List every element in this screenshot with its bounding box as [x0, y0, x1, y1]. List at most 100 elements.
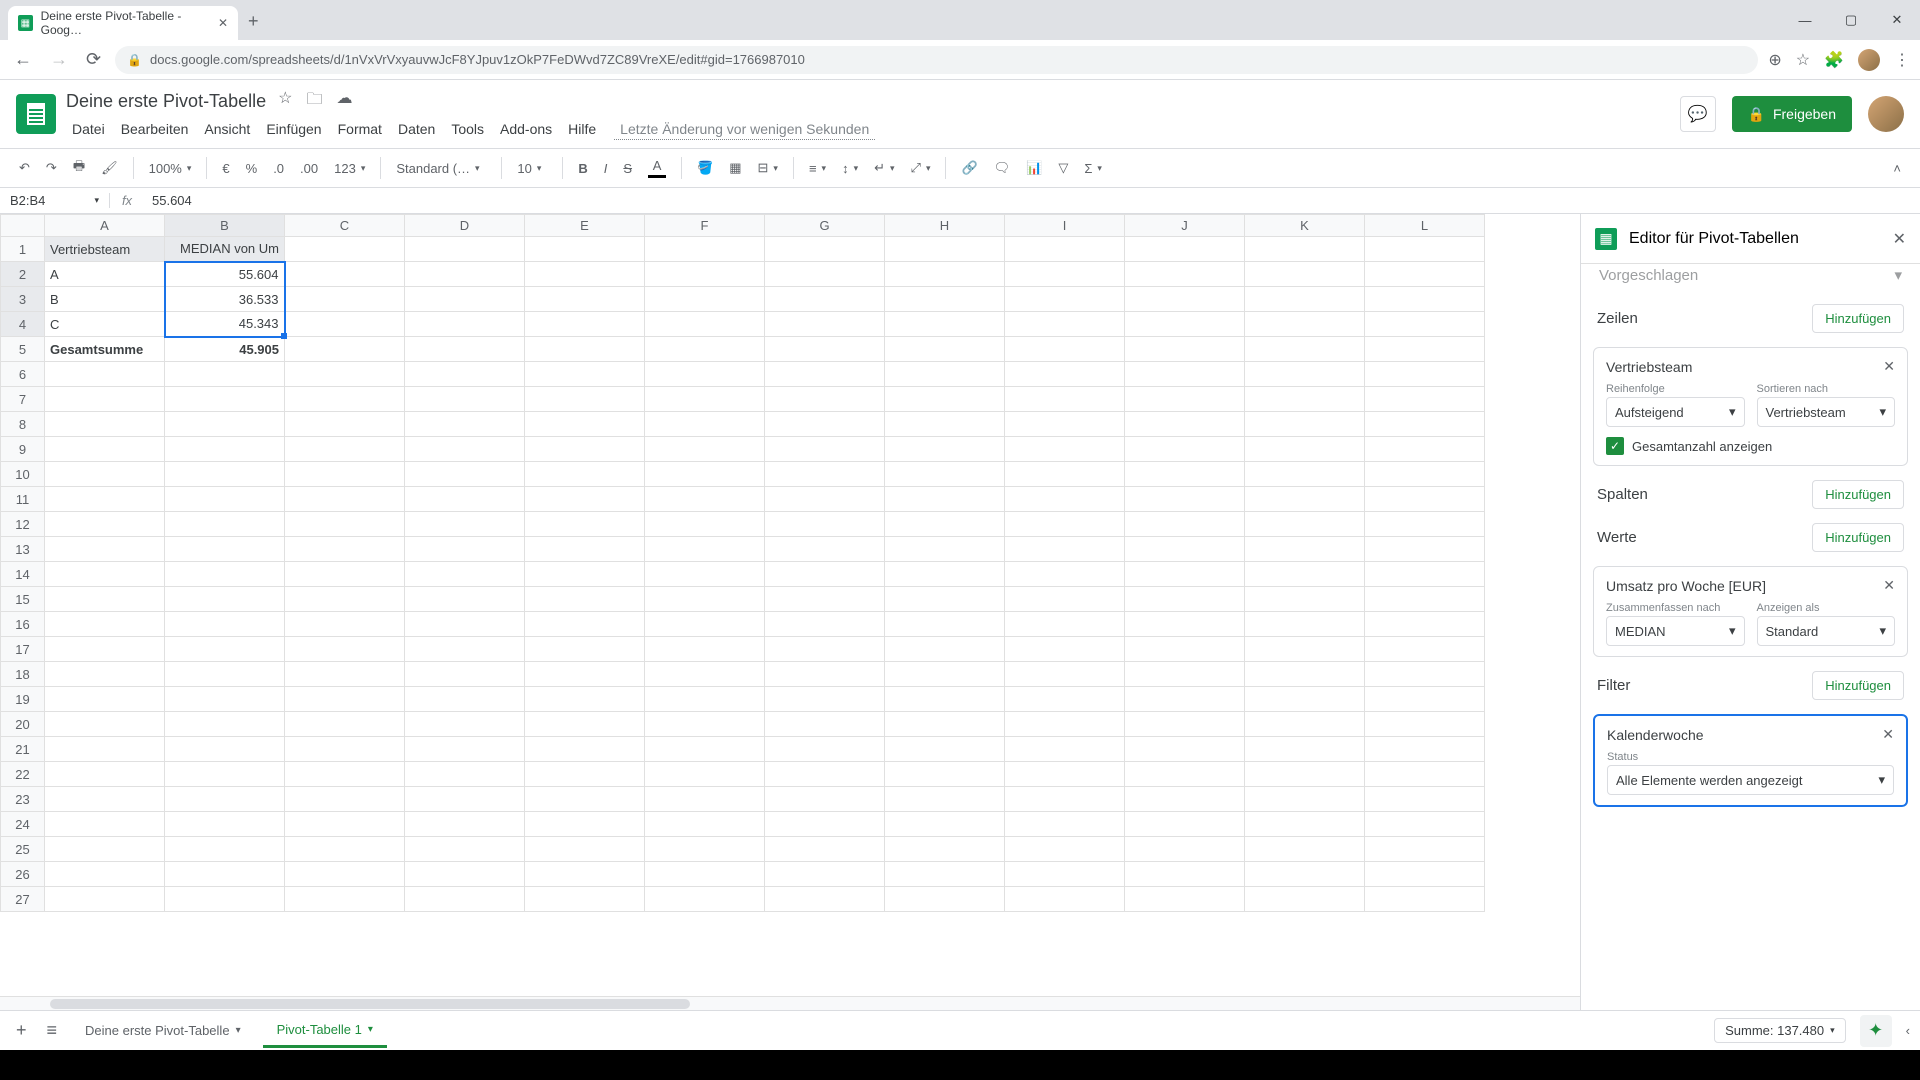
col-header[interactable]: J [1125, 215, 1245, 237]
reload-button[interactable]: ⟳ [82, 49, 105, 70]
h-align-button[interactable]: ≡ [804, 157, 831, 180]
cell[interactable] [45, 487, 165, 512]
filter-status-select[interactable]: Alle Elemente werden angezeigt▾ [1607, 765, 1894, 795]
cell[interactable] [1125, 862, 1245, 887]
cell[interactable] [525, 337, 645, 362]
menu-daten[interactable]: Daten [392, 119, 441, 140]
menu-tools[interactable]: Tools [445, 119, 490, 140]
cell[interactable] [405, 837, 525, 862]
cell[interactable] [1005, 562, 1125, 587]
last-edit-text[interactable]: Letzte Änderung vor wenigen Sekunden [614, 119, 875, 140]
remove-row-card-icon[interactable]: ✕ [1883, 358, 1895, 375]
cell[interactable] [165, 687, 285, 712]
cell[interactable] [285, 262, 405, 287]
cell[interactable] [45, 787, 165, 812]
cell[interactable] [1005, 787, 1125, 812]
cell[interactable] [1245, 312, 1365, 337]
cell[interactable] [765, 287, 885, 312]
cell[interactable] [405, 462, 525, 487]
row-header[interactable]: 11 [1, 487, 45, 512]
sheet-tab-2[interactable]: Pivot-Tabelle 1▾ [263, 1014, 387, 1048]
row-header[interactable]: 1 [1, 237, 45, 262]
row-header[interactable]: 27 [1, 887, 45, 912]
cell[interactable] [405, 337, 525, 362]
cell[interactable] [285, 362, 405, 387]
cell[interactable] [885, 237, 1005, 262]
cell[interactable] [885, 687, 1005, 712]
cell[interactable] [1365, 762, 1485, 787]
cell[interactable] [885, 712, 1005, 737]
cell[interactable] [45, 862, 165, 887]
cell[interactable] [765, 862, 885, 887]
menu-ansicht[interactable]: Ansicht [198, 119, 256, 140]
cell[interactable] [765, 337, 885, 362]
cell[interactable] [285, 237, 405, 262]
cell[interactable] [45, 662, 165, 687]
account-avatar[interactable] [1868, 96, 1904, 132]
cell[interactable] [885, 737, 1005, 762]
cell[interactable] [1125, 262, 1245, 287]
row-header[interactable]: 25 [1, 837, 45, 862]
cell[interactable] [645, 762, 765, 787]
col-header[interactable]: A [45, 215, 165, 237]
row-header[interactable]: 18 [1, 662, 45, 687]
cell[interactable] [45, 762, 165, 787]
comments-button[interactable]: 💬 [1680, 96, 1716, 132]
cell[interactable] [765, 837, 885, 862]
col-header[interactable]: K [1245, 215, 1365, 237]
cell[interactable] [285, 637, 405, 662]
cell[interactable] [1245, 237, 1365, 262]
cell[interactable] [285, 287, 405, 312]
cell[interactable] [165, 837, 285, 862]
cell[interactable] [525, 612, 645, 637]
cell[interactable] [1125, 362, 1245, 387]
cell[interactable] [45, 737, 165, 762]
cell[interactable] [885, 512, 1005, 537]
col-header[interactable]: I [1005, 215, 1125, 237]
row-header[interactable]: 3 [1, 287, 45, 312]
cell[interactable] [765, 537, 885, 562]
italic-button[interactable]: I [599, 157, 613, 180]
cell[interactable] [285, 387, 405, 412]
col-header[interactable]: H [885, 215, 1005, 237]
collapse-side-panel-button[interactable]: ‹ [1906, 1023, 1910, 1038]
cell[interactable] [1005, 237, 1125, 262]
cell[interactable] [1125, 762, 1245, 787]
cell[interactable] [1005, 837, 1125, 862]
cell[interactable] [525, 787, 645, 812]
cell[interactable] [285, 412, 405, 437]
cell[interactable] [1125, 562, 1245, 587]
menu-bearbeiten[interactable]: Bearbeiten [115, 119, 195, 140]
row-card-vertriebsteam[interactable]: Vertriebsteam ✕ Reihenfolge Aufsteigend▾… [1593, 347, 1908, 466]
cell[interactable] [1365, 287, 1485, 312]
cell[interactable] [525, 487, 645, 512]
cell[interactable] [1365, 737, 1485, 762]
menu-hilfe[interactable]: Hilfe [562, 119, 602, 140]
cell[interactable] [285, 687, 405, 712]
row-header[interactable]: 24 [1, 812, 45, 837]
cell[interactable] [1245, 287, 1365, 312]
cell[interactable] [525, 312, 645, 337]
cell[interactable] [165, 562, 285, 587]
cell[interactable]: 45.905 [165, 337, 285, 362]
cell[interactable] [1365, 787, 1485, 812]
cell[interactable] [765, 787, 885, 812]
text-rotation-button[interactable]: ⤢ [906, 156, 936, 180]
cell[interactable] [405, 812, 525, 837]
extensions-icon[interactable]: 🧩 [1824, 50, 1844, 70]
insert-comment-button[interactable]: 🗨 [989, 156, 1016, 180]
cell[interactable] [1365, 312, 1485, 337]
cell[interactable] [405, 712, 525, 737]
insert-link-button[interactable]: 🔗 [956, 156, 982, 180]
cell[interactable]: C [45, 312, 165, 337]
cell[interactable] [645, 387, 765, 412]
cell[interactable] [45, 562, 165, 587]
fill-color-button[interactable]: 🪣 [692, 156, 718, 180]
spreadsheet-grid[interactable]: A B C D E F G H I J K L [0, 214, 1485, 912]
cell[interactable] [645, 737, 765, 762]
cell[interactable] [405, 312, 525, 337]
browser-tab[interactable]: ▦ Deine erste Pivot-Tabelle - Goog… ✕ [8, 6, 238, 40]
cell[interactable] [1365, 712, 1485, 737]
cell[interactable] [765, 687, 885, 712]
cell[interactable] [525, 387, 645, 412]
